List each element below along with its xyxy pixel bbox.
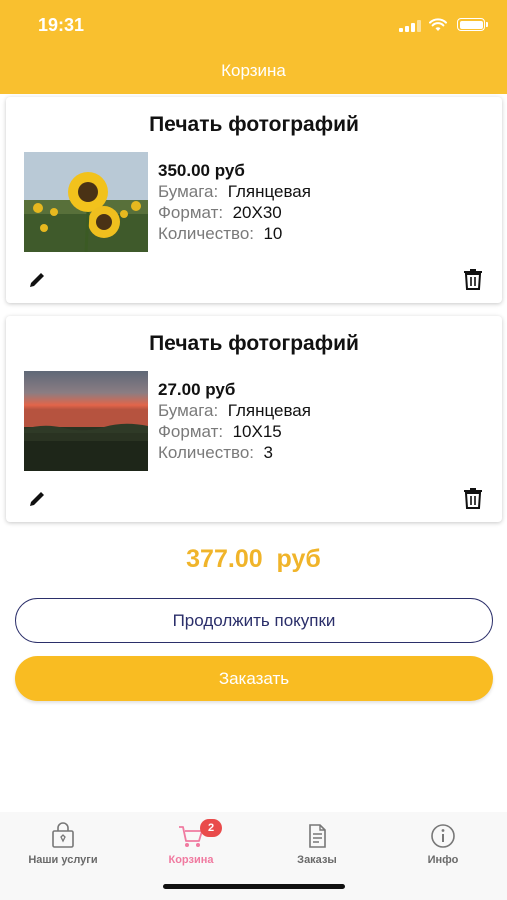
format-label: Формат: bbox=[158, 422, 224, 441]
tab-services[interactable]: Наши услуги bbox=[8, 822, 118, 866]
info-icon bbox=[429, 822, 457, 850]
total-currency: руб bbox=[276, 545, 321, 573]
tab-cart[interactable]: Корзина bbox=[136, 822, 246, 866]
tab-info[interactable]: Инфо bbox=[388, 822, 498, 866]
pencil-icon[interactable] bbox=[26, 269, 48, 291]
paper-value: Глянцевая bbox=[227, 401, 311, 420]
format-row: Формат: 20X30 bbox=[158, 202, 311, 223]
quantity-value: 3 bbox=[263, 443, 273, 462]
tab-label: Корзина bbox=[168, 854, 214, 866]
quantity-row: Количество: 3 bbox=[158, 442, 311, 463]
cart-item-title: Печать фотографий bbox=[149, 113, 359, 136]
pencil-icon[interactable] bbox=[26, 488, 48, 510]
item-details: 350.00 руб Бумага: Глянцевая Формат: 20X… bbox=[158, 160, 311, 244]
paper-value: Глянцевая bbox=[227, 182, 311, 201]
paper-row: Бумага: Глянцевая bbox=[158, 400, 311, 421]
shopping-bag-icon bbox=[49, 822, 77, 850]
tab-label: Наши услуги bbox=[28, 854, 98, 866]
quantity-value: 10 bbox=[263, 224, 283, 243]
paper-label: Бумага: bbox=[158, 182, 219, 201]
wifi-icon bbox=[429, 18, 447, 32]
tab-orders[interactable]: Заказы bbox=[262, 822, 372, 866]
signal-icon bbox=[399, 20, 421, 32]
document-icon bbox=[303, 822, 331, 850]
cart-item-title: Печать фотографий bbox=[149, 332, 359, 355]
battery-icon bbox=[457, 18, 488, 31]
home-indicator bbox=[163, 884, 345, 889]
tab-label: Заказы bbox=[297, 854, 337, 866]
quantity-label: Количество: bbox=[158, 224, 255, 243]
cart-total: 377.00 руб bbox=[0, 545, 507, 574]
sunset-field-photo bbox=[24, 371, 148, 471]
format-row: Формат: 10X15 bbox=[158, 421, 311, 442]
app-header: 19:31 Корзина bbox=[0, 0, 507, 94]
trash-icon[interactable] bbox=[462, 486, 484, 510]
tab-label: Инфо bbox=[427, 854, 459, 866]
cart-item-card: Печать фотографий 27.00 руб Бумага: Глян… bbox=[6, 316, 502, 522]
quantity-label: Количество: bbox=[158, 443, 255, 462]
cart-count-badge: 2 bbox=[200, 819, 222, 837]
format-value: 20X30 bbox=[232, 203, 282, 222]
format-label: Формат: bbox=[158, 203, 224, 222]
item-details: 27.00 руб Бумага: Глянцевая Формат: 10X1… bbox=[158, 379, 311, 463]
page-title: Корзина bbox=[221, 61, 286, 80]
item-price: 350.00 руб bbox=[158, 161, 245, 180]
format-value: 10X15 bbox=[232, 422, 282, 441]
item-price: 27.00 руб bbox=[158, 380, 236, 399]
status-bar: 19:31 bbox=[0, 0, 507, 50]
quantity-row: Количество: 10 bbox=[158, 223, 311, 244]
total-amount: 377.00 bbox=[186, 545, 263, 573]
status-time: 19:31 bbox=[38, 15, 85, 35]
sunflowers-photo bbox=[24, 152, 148, 252]
paper-row: Бумага: Глянцевая bbox=[158, 181, 311, 202]
paper-label: Бумага: bbox=[158, 401, 219, 420]
continue-shopping-button[interactable]: Продолжить покупки bbox=[15, 598, 493, 643]
trash-icon[interactable] bbox=[462, 267, 484, 291]
cart-item-card: Печать фотографий 350.00 руб Бумага: Гля… bbox=[6, 97, 502, 303]
order-button[interactable]: Заказать bbox=[15, 656, 493, 701]
